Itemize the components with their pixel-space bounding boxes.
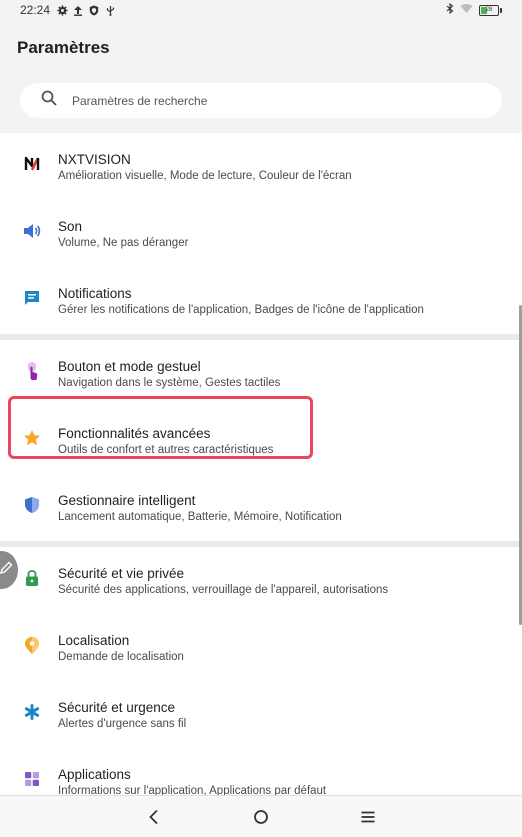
setting-title: Gestionnaire intelligent [58, 492, 196, 508]
star-icon [23, 429, 41, 452]
search-input[interactable] [72, 93, 452, 108]
lock-icon [25, 569, 39, 592]
nxtvision-icon [23, 155, 41, 178]
apps-grid-icon [24, 771, 40, 792]
setting-subtitle: Volume, Ne pas déranger [58, 236, 189, 249]
setting-notifications[interactable]: Notifications Gérer les notifications de… [0, 267, 522, 334]
status-time: 22:24 [20, 3, 51, 17]
setting-title: Son [58, 218, 83, 234]
search-icon [41, 90, 57, 111]
usb-icon [104, 4, 116, 16]
setting-title: Localisation [58, 632, 130, 648]
navigation-bar [0, 795, 522, 837]
setting-title: Sécurité et urgence [58, 699, 176, 715]
setting-title: Notifications [58, 285, 132, 301]
bluetooth-icon [446, 2, 454, 17]
home-icon[interactable] [249, 805, 273, 829]
setting-subtitle: Amélioration visuelle, Mode de lecture, … [58, 169, 352, 182]
settings-list: NXTVISION Amélioration visuelle, Mode de… [0, 133, 522, 815]
battery-level: 28 [485, 7, 493, 13]
search-bar[interactable] [20, 83, 502, 118]
page-title: Paramètres [17, 38, 110, 57]
setting-title: NXTVISION [58, 151, 131, 167]
wifi-icon [460, 3, 473, 17]
setting-securite-vie-privee[interactable]: Sécurité et vie privée Sécurité des appl… [0, 547, 522, 614]
location-pin-icon [24, 636, 40, 660]
setting-son[interactable]: Son Volume, Ne pas déranger [0, 200, 522, 267]
setting-title: Bouton et mode gestuel [58, 358, 201, 374]
pencil-icon [0, 561, 13, 580]
menu-icon[interactable] [356, 805, 380, 829]
battery-icon: 28 [479, 4, 502, 16]
setting-bouton-mode-gestuel[interactable]: Bouton et mode gestuel Navigation dans l… [0, 340, 522, 407]
status-bar: 22:24 28 [0, 0, 522, 20]
settings-group-display: NXTVISION Amélioration visuelle, Mode de… [0, 133, 522, 334]
setting-title: Sécurité et vie privée [58, 565, 185, 581]
setting-subtitle: Gérer les notifications de l'application… [58, 303, 424, 316]
setting-fonctionnalites-avancees[interactable]: Fonctionnalités avancées Outils de confo… [0, 407, 522, 474]
speaker-icon [23, 223, 41, 244]
setting-subtitle: Alertes d'urgence sans fil [58, 717, 187, 730]
gesture-icon [24, 361, 40, 386]
settings-group-system: Bouton et mode gestuel Navigation dans l… [0, 340, 522, 541]
asterisk-icon [24, 704, 40, 725]
setting-title: Fonctionnalités avancées [58, 425, 211, 441]
setting-localisation[interactable]: Localisation Demande de localisation [0, 614, 522, 681]
message-icon [24, 290, 40, 311]
setting-nxtvision[interactable]: NXTVISION Amélioration visuelle, Mode de… [0, 133, 522, 200]
shield-icon [24, 496, 40, 519]
setting-subtitle: Lancement automatique, Batterie, Mémoire… [58, 510, 342, 523]
back-icon[interactable] [142, 805, 166, 829]
setting-subtitle: Navigation dans le système, Gestes tacti… [58, 376, 281, 389]
setting-subtitle: Outils de confort et autres caractéristi… [58, 443, 274, 456]
upload-icon [72, 4, 84, 16]
shield-icon [88, 4, 100, 16]
setting-subtitle: Demande de localisation [58, 650, 184, 663]
setting-gestionnaire-intelligent[interactable]: Gestionnaire intelligent Lancement autom… [0, 474, 522, 541]
setting-subtitle: Sécurité des applications, verrouillage … [58, 583, 389, 596]
setting-title: Applications [58, 766, 131, 782]
settings-group-privacy: Sécurité et vie privée Sécurité des appl… [0, 547, 522, 815]
setting-securite-urgence[interactable]: Sécurité et urgence Alertes d'urgence sa… [0, 681, 522, 748]
gear-icon [56, 4, 68, 16]
